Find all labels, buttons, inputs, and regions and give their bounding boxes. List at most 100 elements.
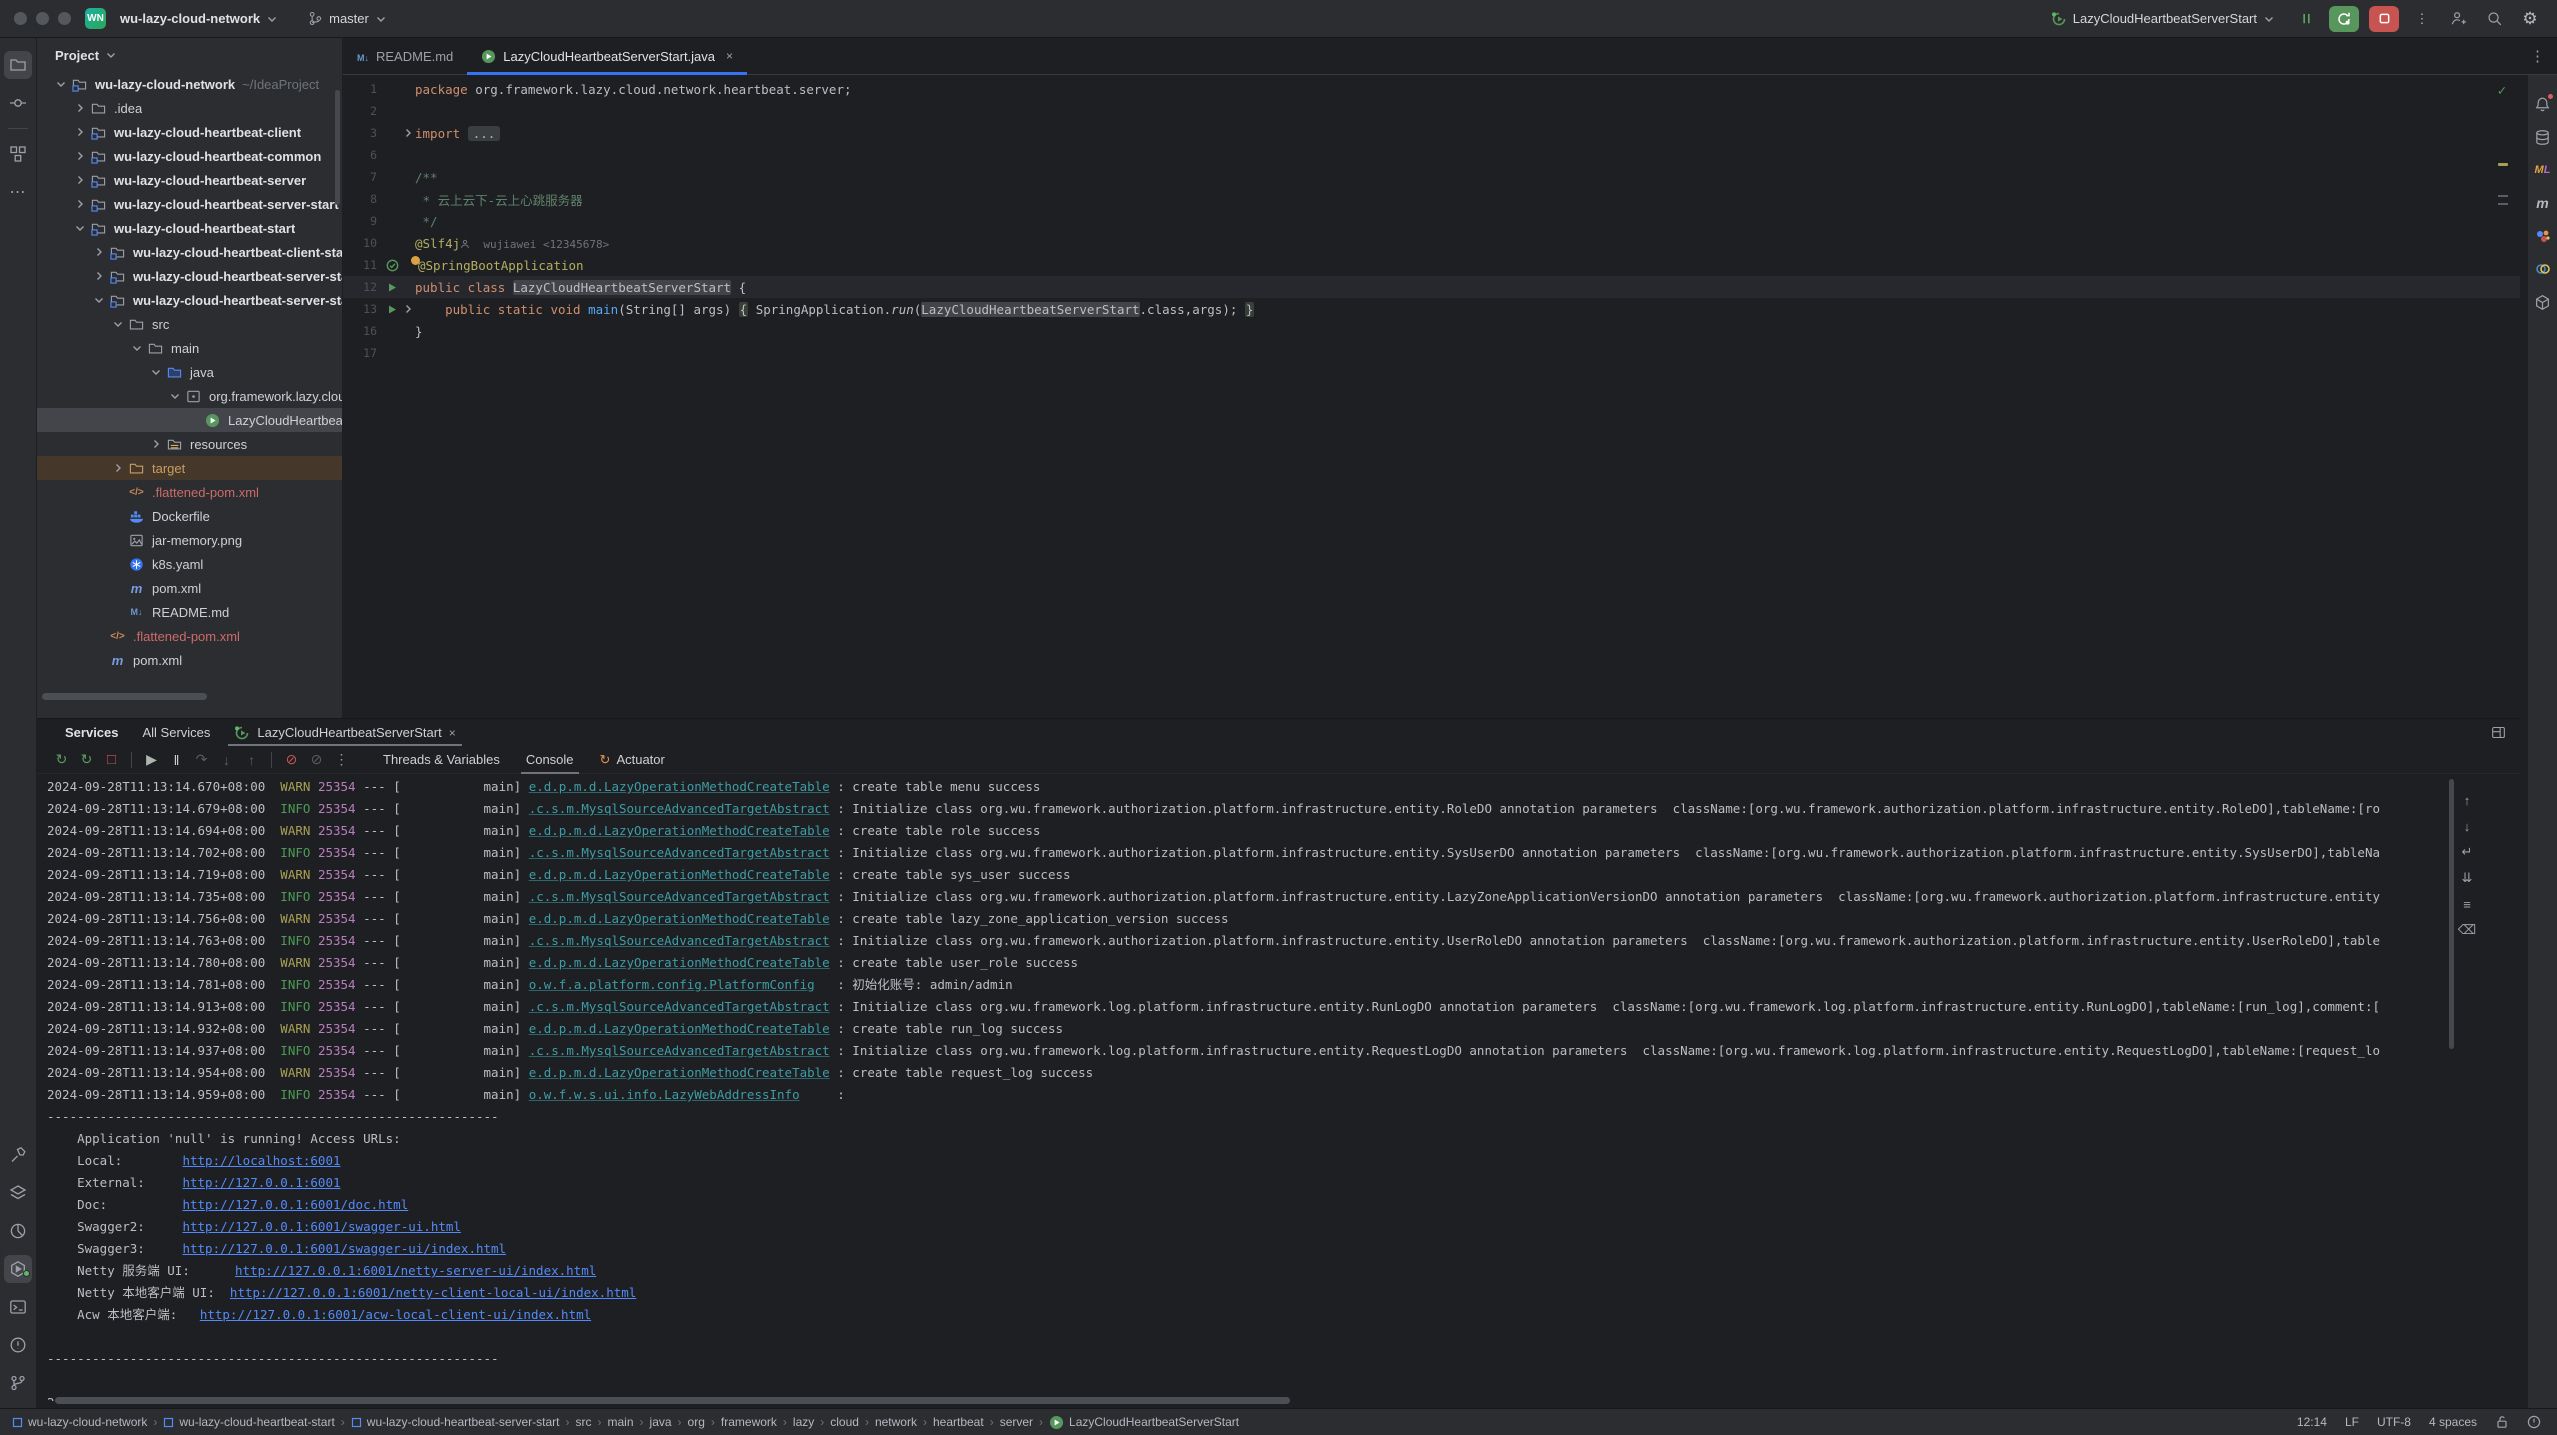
- tree-item-resources[interactable]: resources: [37, 432, 342, 456]
- logger-link[interactable]: e.d.p.m.d.LazyOperationMethodCreateTable: [529, 779, 830, 794]
- tree-toggle-icon[interactable]: [51, 78, 70, 90]
- tree-item-wu-lazy-cloud-heartbeat-common[interactable]: wu-lazy-cloud-heartbeat-common: [37, 144, 342, 168]
- tree-toggle-icon[interactable]: [70, 150, 89, 162]
- tree-item-wu-lazy-cloud-heartbeat-server[interactable]: wu-lazy-cloud-heartbeat-server: [37, 168, 342, 192]
- problems-icon[interactable]: [4, 1331, 32, 1359]
- tree-item-pom-xml[interactable]: mpom.xml: [37, 648, 342, 672]
- editor-tab-readme-md[interactable]: M↓README.md: [343, 38, 467, 74]
- pause-button[interactable]: [2293, 6, 2319, 32]
- code-line-16[interactable]: 16}: [343, 320, 2520, 342]
- git-branch-icon[interactable]: [4, 1369, 32, 1397]
- lock-open-icon[interactable]: [2495, 1415, 2509, 1429]
- breadcrumb-item[interactable]: network: [875, 1415, 917, 1429]
- tree-item-src[interactable]: src: [37, 312, 342, 336]
- code-line-7[interactable]: 7/**: [343, 166, 2520, 188]
- breadcrumb-item[interactable]: src: [576, 1415, 592, 1429]
- logger-link[interactable]: e.d.p.m.d.LazyOperationMethodCreateTable: [529, 823, 830, 838]
- plugin-knot-icon[interactable]: [2529, 255, 2557, 283]
- tree-item-target[interactable]: target: [37, 456, 342, 480]
- commit-icon[interactable]: [4, 89, 32, 117]
- run-console-output[interactable]: 2024-09-28T11:13:14.670+08:00 WARN 25354…: [37, 776, 2469, 1401]
- status-item-utf-8[interactable]: UTF-8: [2377, 1415, 2411, 1429]
- logger-link[interactable]: e.d.p.m.d.LazyOperationMethodCreateTable: [529, 911, 830, 926]
- notifications-bell-icon[interactable]: [2529, 90, 2557, 118]
- project-panel-header[interactable]: Project: [37, 38, 342, 72]
- console-url-link[interactable]: http://127.0.0.1:6001/swagger-ui.html: [182, 1219, 460, 1234]
- window-layout-icon[interactable]: [2491, 725, 2506, 740]
- console-url-link[interactable]: http://127.0.0.1:6001/acw-local-client-u…: [200, 1307, 591, 1322]
- mute-breakpoints-icon[interactable]: ⊘: [279, 748, 304, 772]
- tree-item-wu-lazy-cloud-heartbeat-client-start[interactable]: wu-lazy-cloud-heartbeat-client-start: [37, 240, 342, 264]
- resume-icon[interactable]: ▶: [139, 748, 164, 772]
- console-tab-threads-variables[interactable]: Threads & Variables: [370, 746, 513, 774]
- inspections-ok-icon[interactable]: ✓: [2498, 83, 2506, 99]
- breadcrumb-item[interactable]: heartbeat: [933, 1415, 984, 1429]
- fold-toggle-icon[interactable]: [401, 303, 415, 315]
- tree-toggle-icon[interactable]: [70, 102, 89, 114]
- tree-toggle-icon[interactable]: [108, 462, 127, 474]
- logger-link[interactable]: .c.s.m.MysqlSourceAdvancedTargetAbstract: [529, 801, 830, 816]
- breadcrumb-item[interactable]: framework: [721, 1415, 777, 1429]
- tree-toggle-icon[interactable]: [70, 126, 89, 138]
- code-line-17[interactable]: 17: [343, 342, 2520, 364]
- run-line-icon[interactable]: [383, 282, 401, 293]
- rerun-button[interactable]: [2329, 6, 2359, 32]
- tree-item-wu-lazy-cloud-heartbeat-start[interactable]: wu-lazy-cloud-heartbeat-start: [37, 216, 342, 240]
- logger-link[interactable]: e.d.p.m.d.LazyOperationMethodCreateTable: [529, 867, 830, 882]
- dependencies-cube-icon[interactable]: [2529, 288, 2557, 316]
- vcs-branch-widget[interactable]: master: [300, 7, 395, 30]
- tree-item-java[interactable]: java: [37, 360, 342, 384]
- breadcrumb-item[interactable]: wu-lazy-cloud-heartbeat-start: [163, 1415, 334, 1429]
- console-url-link[interactable]: http://127.0.0.1:6001/netty-server-ui/in…: [235, 1263, 596, 1278]
- kebab-icon[interactable]: ⋮: [329, 748, 354, 772]
- code-line-3[interactable]: 3import ...: [343, 122, 2520, 144]
- tree-toggle-icon[interactable]: [70, 174, 89, 186]
- scroll-up-icon[interactable]: ↑: [2456, 789, 2478, 811]
- code-editor[interactable]: 1package org.framework.lazy.cloud.networ…: [343, 75, 2520, 718]
- tree-item-readme-md[interactable]: M↓README.md: [37, 600, 342, 624]
- structure-icon[interactable]: [4, 140, 32, 168]
- tree-vertical-scrollbar[interactable]: [335, 90, 340, 205]
- code-line-13[interactable]: 13 public static void main(String[] args…: [343, 298, 2520, 320]
- maven-m-icon[interactable]: m: [2529, 189, 2557, 217]
- step-out-icon[interactable]: ↑: [239, 748, 264, 772]
- ai-plugin-icon[interactable]: [2529, 222, 2557, 250]
- tree-item--flattened-pom-xml[interactable]: </>.flattened-pom.xml: [37, 480, 342, 504]
- breadcrumb-item[interactable]: server: [1000, 1415, 1033, 1429]
- tree-item-wu-lazy-cloud-heartbeat-server-start[interactable]: wu-lazy-cloud-heartbeat-server-start: [37, 288, 342, 312]
- tree-item-lazycloudheartbeatserverstart[interactable]: LazyCloudHeartbeatServerStart: [37, 408, 342, 432]
- logger-link[interactable]: .c.s.m.MysqlSourceAdvancedTargetAbstract: [529, 889, 830, 904]
- code-line-6[interactable]: 6: [343, 144, 2520, 166]
- console-url-link[interactable]: http://localhost:6001: [182, 1153, 340, 1168]
- tree-item-wu-lazy-cloud-heartbeat-client[interactable]: wu-lazy-cloud-heartbeat-client: [37, 120, 342, 144]
- soft-wrap-icon[interactable]: ↵: [2456, 841, 2478, 863]
- search-everywhere-button[interactable]: [2481, 6, 2507, 32]
- project-folder-icon[interactable]: [4, 51, 32, 79]
- spring-bean-icon[interactable]: [383, 259, 401, 272]
- fold-toggle-icon[interactable]: [401, 127, 415, 139]
- editor-options-icon[interactable]: ⋮: [2530, 47, 2545, 65]
- error-indicator-icon[interactable]: [2527, 1415, 2541, 1429]
- logger-link[interactable]: e.d.p.m.d.LazyOperationMethodCreateTable: [529, 1065, 830, 1080]
- project-widget[interactable]: wu-lazy-cloud-network: [112, 7, 286, 30]
- build-hammer-icon[interactable]: [4, 1141, 32, 1169]
- breadcrumb-item[interactable]: cloud: [830, 1415, 859, 1429]
- console-horizontal-scrollbar[interactable]: [55, 1397, 1290, 1404]
- profiler-icon[interactable]: [4, 1217, 32, 1245]
- breadcrumb-item[interactable]: wu-lazy-cloud-heartbeat-server-start: [351, 1415, 560, 1429]
- breadcrumb-item[interactable]: java: [650, 1415, 672, 1429]
- close-icon[interactable]: ×: [726, 49, 733, 63]
- clear-all-icon[interactable]: ⌫: [2456, 919, 2478, 941]
- code-line-2[interactable]: 2: [343, 100, 2520, 122]
- code-line-9[interactable]: 9 */: [343, 210, 2520, 232]
- console-vertical-scrollbar[interactable]: [2449, 779, 2454, 1049]
- tree-item--flattened-pom-xml[interactable]: </>.flattened-pom.xml: [37, 624, 342, 648]
- status-item-lf[interactable]: LF: [2345, 1415, 2359, 1429]
- tree-toggle-icon[interactable]: [127, 342, 146, 354]
- tree-toggle-icon[interactable]: [165, 390, 184, 402]
- mybatis-ml-icon[interactable]: ML: [2529, 156, 2557, 184]
- tree-toggle-icon[interactable]: [70, 198, 89, 210]
- rerun-icon[interactable]: ↻: [49, 748, 74, 772]
- tree-toggle-icon[interactable]: [146, 366, 165, 378]
- tree-toggle-icon[interactable]: [89, 246, 108, 258]
